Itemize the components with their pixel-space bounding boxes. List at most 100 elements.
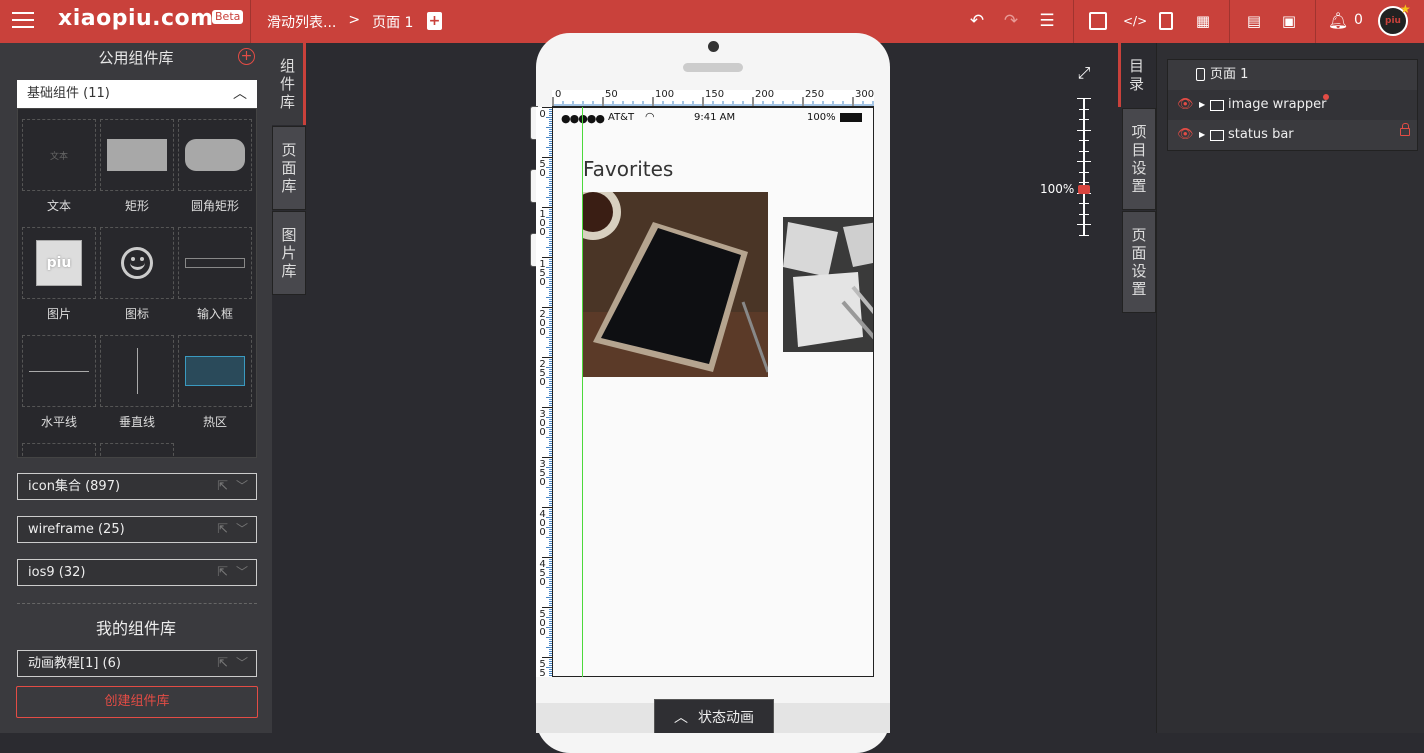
layer-page-label: 页面 1 — [1210, 67, 1249, 82]
library-dropdown-wireframe[interactable]: wireframe (25) ⇱ ﹀ — [17, 516, 257, 543]
favorites-title[interactable]: Favorites — [583, 157, 673, 181]
tablet-photo[interactable] — [583, 192, 768, 377]
save-icon[interactable] — [1089, 12, 1107, 30]
stationery-photo[interactable] — [783, 217, 873, 352]
code-icon[interactable]: </> — [1123, 10, 1147, 32]
zoom-slider-handle[interactable] — [1078, 185, 1090, 194]
ruler-label: 250 — [805, 90, 825, 100]
basic-components-header[interactable]: 基础组件 (11) ︿ — [17, 80, 257, 108]
breadcrumb: 滑动列表... > 页面 1 — [267, 12, 413, 32]
ruler-label: 50 — [539, 159, 546, 179]
lock-icon[interactable] — [1400, 123, 1410, 136]
component-input[interactable] — [178, 227, 252, 299]
component-image[interactable]: piu — [22, 227, 96, 299]
grid-icon[interactable]: ▤ — [1243, 10, 1265, 32]
smiley-icon — [121, 247, 153, 279]
text-preview: 文本 — [49, 151, 68, 162]
chevron-down-icon[interactable]: ﹀ — [236, 651, 248, 676]
group-icon — [1210, 100, 1224, 111]
bell-icon[interactable]: 🔔︎ — [1327, 10, 1349, 32]
phone-icon — [1196, 68, 1205, 81]
component-label: 文本 — [46, 199, 71, 213]
external-link-icon[interactable]: ⇱ — [217, 560, 228, 585]
zoom-tick — [1077, 224, 1091, 225]
component-text[interactable]: 文本 — [22, 119, 96, 191]
ruler-label: 0 — [555, 90, 562, 100]
breadcrumb-page[interactable]: 页面 1 — [372, 12, 413, 32]
component-hotspot[interactable] — [178, 335, 252, 407]
zoom-tick — [1077, 129, 1091, 131]
tab-component-library[interactable]: 组 件 库 — [272, 43, 306, 125]
caret-right-icon[interactable]: ▶ — [1199, 90, 1205, 120]
tab-char: 图 — [281, 226, 297, 244]
component-label: 图片 — [46, 307, 71, 321]
tab-project-settings[interactable]: 项 目 设 置 — [1122, 108, 1156, 210]
ruler-vertical[interactable]: 0 50 100 150 200 250 300 350 400 450 500 55 — [536, 107, 552, 677]
library-dropdown-icon-set[interactable]: icon集合 (897) ⇱ ﹀ — [17, 473, 257, 500]
tab-page-library[interactable]: 页 面 库 — [272, 126, 306, 210]
tab-page-settings[interactable]: 页 面 设 置 — [1122, 211, 1156, 313]
add-page-icon[interactable]: + — [427, 12, 442, 30]
tab-char: 目 — [1131, 141, 1147, 159]
component-more[interactable] — [100, 443, 174, 457]
tab-char: 录 — [1128, 75, 1144, 93]
tab-char: 库 — [281, 262, 297, 280]
qrcode-icon[interactable]: ▦ — [1192, 10, 1214, 32]
ruler-label: 500 — [539, 609, 546, 638]
tab-char: 面 — [281, 159, 297, 177]
layer-row[interactable]: 👁︎ ▶ image wrapper — [1168, 90, 1417, 120]
fit-screen-icon[interactable]: ▣ — [1278, 10, 1300, 32]
component-horizontal-line[interactable] — [22, 335, 96, 407]
tab-outline[interactable]: 目 录 — [1118, 43, 1152, 107]
group-icon — [1210, 130, 1224, 141]
ruler-label: 50 — [605, 90, 618, 100]
library-dropdown-ios9[interactable]: ios9 (32) ⇱ ﹀ — [17, 559, 257, 586]
menu-icon[interactable] — [12, 12, 34, 30]
ruler-label: 100 — [539, 209, 546, 238]
component-rectangle[interactable] — [100, 119, 174, 191]
history-icon[interactable]: ☰ — [1036, 10, 1058, 32]
component-rounded-rectangle[interactable] — [178, 119, 252, 191]
tab-char: 页 — [1131, 226, 1147, 244]
fullscreen-icon[interactable]: ⤢ — [1074, 63, 1094, 83]
logo[interactable]: xiaopiu.com — [58, 6, 214, 31]
layer-label: image wrapper — [1228, 97, 1327, 112]
library-dropdown-animation-tutorial[interactable]: 动画教程[1] (6) ⇱ ﹀ — [17, 650, 257, 677]
device-icon[interactable] — [1159, 12, 1173, 30]
phone-camera — [708, 41, 719, 52]
status-bar[interactable]: ●●●●● AT&T ◠ 9:41 AM 100% — [553, 108, 873, 128]
ruler-horizontal[interactable]: 0 50 100 150 200 250 300 — [552, 90, 874, 107]
eye-icon[interactable]: 👁︎ — [1177, 120, 1194, 150]
chevron-down-icon[interactable]: ﹀ — [236, 517, 248, 542]
component-vertical-line[interactable] — [100, 335, 174, 407]
phone-screen[interactable]: ●●●●● AT&T ◠ 9:41 AM 100% Favorites — [552, 107, 874, 677]
component-more[interactable] — [22, 443, 96, 457]
ruler-label: 200 — [539, 309, 546, 338]
component-icon[interactable] — [100, 227, 174, 299]
caret-right-icon[interactable]: ▶ — [1199, 120, 1205, 150]
tab-char: 页 — [281, 141, 297, 159]
chevron-up-icon[interactable]: ︿ — [233, 80, 247, 108]
undo-icon[interactable]: ↶ — [966, 10, 988, 32]
zoom-tick — [1077, 98, 1091, 99]
rectangle-preview — [107, 139, 167, 171]
external-link-icon[interactable]: ⇱ — [217, 474, 228, 499]
alignment-guide — [582, 107, 583, 677]
state-animation-button[interactable]: ︿ 状态动画 — [654, 699, 774, 733]
create-library-button[interactable]: 创建组件库 — [16, 686, 258, 718]
image-placeholder-icon: piu — [36, 240, 82, 286]
redo-icon[interactable]: ↷ — [1000, 10, 1022, 32]
tab-char: 置 — [1131, 280, 1147, 298]
eye-icon[interactable]: 👁︎ — [1177, 90, 1194, 120]
add-library-icon[interactable]: + — [238, 48, 255, 65]
chevron-down-icon[interactable]: ﹀ — [236, 474, 248, 499]
external-link-icon[interactable]: ⇱ — [217, 517, 228, 542]
tab-image-library[interactable]: 图 片 库 — [272, 211, 306, 295]
breadcrumb-project[interactable]: 滑动列表... — [267, 12, 336, 32]
layer-page-row[interactable]: 页面 1 — [1168, 60, 1417, 90]
layer-row[interactable]: 👁︎ ▶ status bar — [1168, 120, 1417, 150]
component-label: 矩形 — [124, 199, 149, 213]
external-link-icon[interactable]: ⇱ — [217, 651, 228, 676]
ruler-label: 350 — [539, 459, 546, 488]
chevron-down-icon[interactable]: ﹀ — [236, 560, 248, 585]
